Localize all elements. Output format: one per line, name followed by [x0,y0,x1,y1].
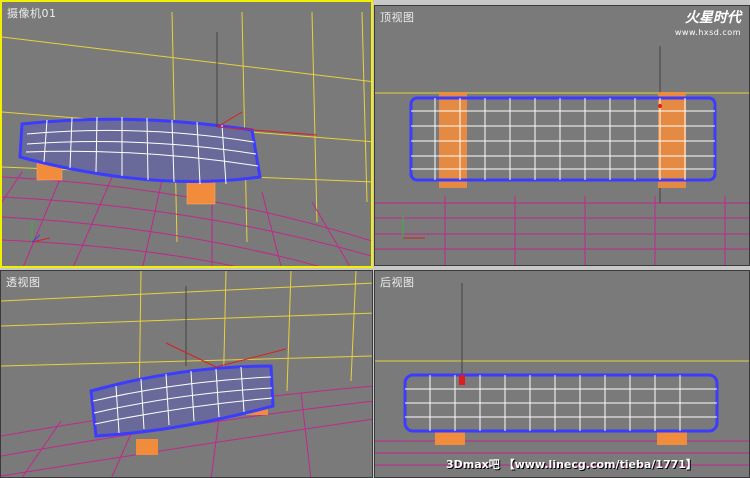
viewport-perspective[interactable]: 透视图 [0,270,373,478]
viewport-back[interactable]: 后视图 [374,270,750,478]
viewport-label-top[interactable]: 顶视图 [380,9,415,25]
camera-scene [2,11,371,266]
logo-text: 火星时代 [685,10,741,26]
logo-url: www.hxsd.com [674,28,741,37]
viewport-top[interactable]: 顶视图 火星时代 www.hxsd.com [374,5,750,266]
back-scene [375,283,749,466]
watermark-text: 3Dmax吧 【www.linecg.com/tieba/1771】 [446,458,697,471]
viewport-label-camera[interactable]: 摄像机01 [7,5,57,21]
viewport-label-perspective[interactable]: 透视图 [6,274,41,290]
top-scene [375,46,749,265]
perspective-scene [1,271,372,477]
viewport-label-back[interactable]: 后视图 [380,274,415,290]
hxsd-logo: 火星时代 www.hxsd.com [674,10,741,39]
viewport-camera[interactable]: 摄像机01 [0,0,373,268]
